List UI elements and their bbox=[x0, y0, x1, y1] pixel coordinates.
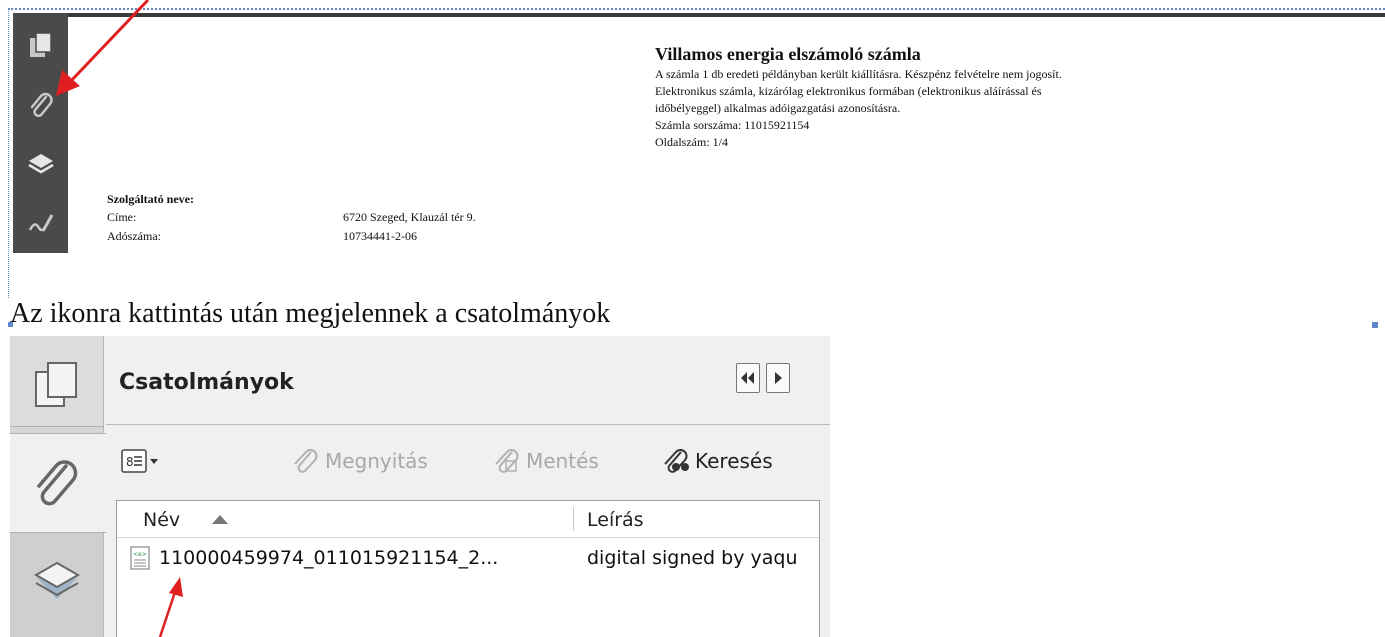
attachments-table: Név Leírás <e> 110000459974_011015921154… bbox=[116, 500, 820, 637]
invoice-line: időbélyeggel) alkalmas adóigazgatási azo… bbox=[655, 101, 901, 115]
panel-header: Csatolmányok bbox=[106, 336, 830, 425]
save-label: Mentés bbox=[526, 449, 599, 473]
svg-text:8: 8 bbox=[126, 455, 134, 469]
attachment-description: digital signed by yaqu bbox=[587, 547, 798, 569]
paperclip-binoculars-icon bbox=[664, 449, 689, 473]
provider-tax-value: 10734441-2-06 bbox=[343, 229, 417, 243]
column-header-description[interactable]: Leírás bbox=[587, 509, 644, 531]
paperclip-icon bbox=[37, 460, 78, 506]
column-divider[interactable] bbox=[573, 507, 574, 531]
attachment-name: 110000459974_011015921154_2... bbox=[159, 547, 499, 569]
svg-text:<e>: <e> bbox=[133, 551, 147, 558]
attachments-panel: Csatolmányok 8 Megnyitás Mentés Keresés … bbox=[10, 336, 830, 637]
chevron-right-icon bbox=[775, 372, 782, 384]
attachments-toolbar: 8 Megnyitás Mentés Keresés bbox=[106, 425, 830, 495]
expand-panel-button[interactable] bbox=[766, 363, 790, 393]
tab-layers[interactable] bbox=[10, 533, 103, 637]
invoice-line: A számla 1 db eredeti példányban került … bbox=[655, 67, 1062, 81]
list-options-icon: 8 bbox=[121, 449, 158, 473]
open-attachment-button[interactable]: Megnyitás bbox=[291, 447, 428, 475]
table-header: Név Leírás bbox=[117, 501, 819, 538]
invoice-number: Számla sorszáma: 11015921154 bbox=[655, 118, 810, 132]
panel-nav-bar bbox=[10, 336, 106, 637]
paperclip-icon bbox=[294, 449, 318, 473]
table-row[interactable]: <e> 110000459974_011015921154_2... digit… bbox=[117, 541, 819, 575]
double-chevron-left-icon bbox=[741, 372, 754, 384]
column-header-name[interactable]: Név bbox=[143, 509, 180, 531]
annotation-arrow bbox=[158, 577, 183, 637]
signature-icon[interactable] bbox=[27, 209, 55, 237]
caption: Az ikonra kattintás után megjelennek a c… bbox=[10, 298, 611, 329]
sort-ascending-icon bbox=[212, 515, 228, 524]
selection-handle bbox=[1372, 322, 1378, 328]
xml-file-icon: <e> bbox=[130, 546, 150, 570]
collapse-panel-button[interactable] bbox=[736, 363, 760, 393]
provider-address-value: 6720 Szeged, Klauzál tér 9. bbox=[343, 210, 476, 224]
invoice-line: Elektronikus számla, kizárólag elektroni… bbox=[655, 84, 1042, 98]
search-label: Keresés bbox=[695, 449, 773, 473]
document-top-bar bbox=[68, 13, 1385, 17]
save-attachment-button[interactable]: Mentés bbox=[492, 447, 599, 475]
layers-icon bbox=[33, 561, 81, 599]
provider-name-label: Szolgáltató neve: bbox=[107, 192, 194, 206]
tab-attachments[interactable] bbox=[10, 433, 106, 533]
selection-border-top bbox=[8, 8, 1385, 10]
layers-icon[interactable] bbox=[27, 149, 55, 177]
panel-title: Csatolmányok bbox=[119, 370, 294, 395]
selection-border-left bbox=[8, 8, 9, 298]
options-menu-button[interactable]: 8 bbox=[120, 447, 160, 475]
search-attachments-button[interactable]: Keresés bbox=[661, 447, 773, 475]
open-label: Megnyitás bbox=[325, 449, 428, 473]
provider-address-label: Címe: bbox=[107, 210, 137, 224]
invoice-title: Villamos energia elszámoló számla bbox=[655, 44, 921, 64]
annotation-arrow bbox=[56, 0, 150, 96]
page-number: Oldalszám: 1/4 bbox=[655, 135, 728, 149]
tab-pages[interactable] bbox=[10, 336, 103, 427]
paperclip-save-icon bbox=[495, 449, 519, 473]
provider-tax-label: Adószáma: bbox=[107, 229, 161, 243]
pages-icon bbox=[35, 362, 77, 407]
